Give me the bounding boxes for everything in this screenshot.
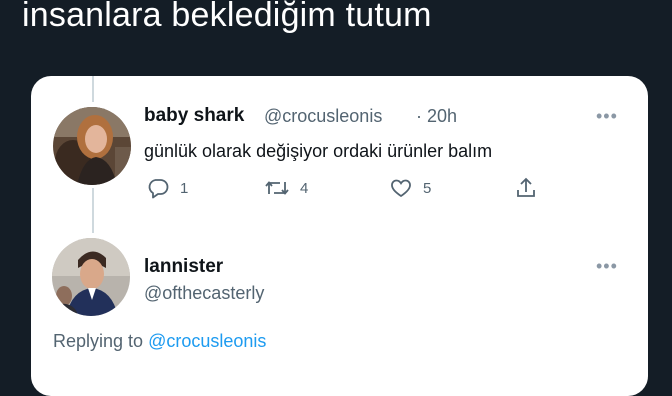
retweet-count: 4 [300, 179, 309, 197]
tweet1-more-icon[interactable]: ••• [596, 106, 618, 127]
avatar-baby-shark[interactable] [53, 107, 131, 185]
avatar-photo-icon [52, 238, 130, 316]
avatar-photo-icon [53, 107, 131, 185]
replying-to-link[interactable]: @crocusleonis [148, 331, 266, 351]
tweet2-more-icon[interactable]: ••• [596, 256, 618, 277]
like-count: 5 [423, 179, 432, 197]
thread-line-middle [92, 188, 94, 233]
tweet-card: baby shark @crocusleonis · 20h ••• günlü… [31, 76, 648, 396]
share-action[interactable] [514, 176, 538, 200]
tweet1-text: günlük olarak değişiyor ordaki ürünler b… [144, 141, 493, 161]
like-action[interactable]: 5 [389, 176, 431, 200]
reply-action[interactable]: 1 [146, 176, 188, 200]
replying-to-line: Replying to @crocusleonis [53, 331, 266, 352]
share-icon [517, 177, 535, 197]
tweet1-name[interactable]: baby shark [144, 105, 244, 127]
caption-text: insanlara beklediğim tutum [22, 0, 432, 34]
tweet1-handle[interactable]: @crocusleonis [264, 106, 382, 127]
tweet2-name[interactable]: lannister [144, 256, 223, 278]
tweet2-handle[interactable]: @ofthecasterly [144, 283, 264, 304]
reply-icon [148, 179, 169, 199]
avatar-lannister[interactable] [52, 238, 130, 316]
retweet-icon [265, 181, 289, 195]
retweet-action[interactable]: 4 [264, 176, 308, 200]
like-heart-icon [391, 179, 411, 198]
replying-to-prefix: Replying to [53, 331, 144, 351]
reply-count: 1 [180, 179, 189, 197]
thread-line-top [92, 76, 94, 102]
tweet1-time[interactable]: · 20h [416, 106, 457, 127]
